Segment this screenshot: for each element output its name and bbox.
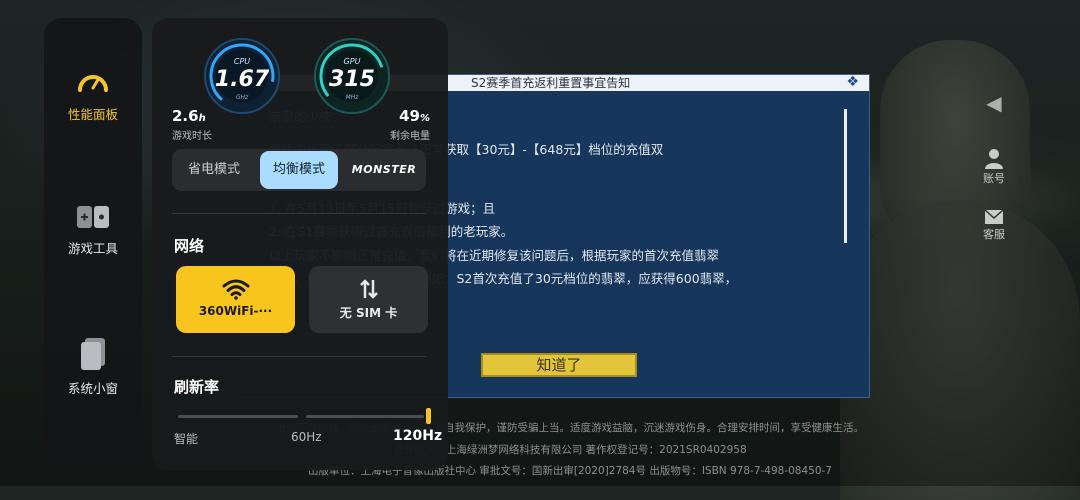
play-time-caption: 游戏时长 — [172, 131, 212, 142]
knot-ornament-icon: ❖ — [846, 74, 859, 90]
notice-title: S2赛季首充返利重置事宜告知 — [471, 76, 631, 90]
rail-label: 游戏工具 — [67, 241, 118, 256]
play-time-value: 2.6 — [172, 107, 199, 125]
battery-unit: % — [419, 113, 430, 124]
mode-monster[interactable]: MONSTER — [342, 149, 426, 191]
speedometer-icon — [78, 75, 108, 92]
wifi-label: 360WiFi-··· — [198, 304, 273, 318]
gpu-label: GPU — [343, 57, 361, 66]
mode-balanced[interactable]: 均衡模式 — [260, 151, 338, 189]
support-button[interactable]: 客服 — [964, 208, 1024, 242]
gamepad-icon — [77, 206, 109, 228]
account-label: 账号 — [983, 172, 1005, 185]
rail-item-performance[interactable]: 性能面板 — [44, 66, 142, 123]
battery-stat: 49% 剩余电量 — [390, 106, 430, 142]
speaker-icon[interactable]: ◀ — [964, 92, 1024, 114]
play-time-unit: h — [198, 113, 206, 124]
gpu-unit: MHz — [345, 94, 359, 101]
gpu-gauge: GPU 315 MHz — [312, 36, 392, 116]
refresh-option-60hz[interactable]: 60Hz — [291, 430, 322, 444]
network-title: 网络 — [174, 237, 205, 255]
side-rail: 性能面板 游戏工具 系统小窗 — [44, 18, 142, 470]
mail-icon — [984, 209, 1004, 224]
window-icon — [81, 338, 105, 370]
ok-button[interactable]: 知道了 — [481, 353, 637, 377]
refresh-option-smart[interactable]: 智能 — [174, 430, 198, 447]
gpu-value: 315 — [329, 67, 375, 92]
mobile-data-icon — [359, 279, 378, 299]
mobile-data-toggle[interactable]: 无 SIM 卡 — [309, 266, 428, 333]
refresh-rate-handle[interactable] — [426, 408, 431, 424]
rail-label: 系统小窗 — [67, 381, 118, 396]
refresh-track-segment[interactable] — [178, 415, 298, 418]
performance-panel: CPU 1.67 GHz GPU 315 MHz 2.6h 游戏时长 49% 剩… — [152, 18, 448, 470]
mode-selector: 省电模式 均衡模式 MONSTER — [172, 149, 426, 191]
rail-label: 性能面板 — [67, 107, 118, 122]
user-icon — [985, 149, 1003, 169]
rail-item-game-tools[interactable]: 游戏工具 — [44, 204, 142, 257]
sim-label: 无 SIM 卡 — [339, 306, 398, 320]
rail-item-system-window[interactable]: 系统小窗 — [44, 336, 142, 397]
battery-value: 49 — [399, 107, 420, 125]
divider — [172, 356, 426, 357]
wifi-icon — [222, 279, 249, 300]
support-label: 客服 — [983, 228, 1005, 241]
wifi-toggle[interactable]: 360WiFi-··· — [176, 266, 295, 333]
cpu-label: CPU — [233, 57, 251, 66]
play-time-stat: 2.6h 游戏时长 — [172, 106, 212, 142]
account-button[interactable]: 账号 — [964, 148, 1024, 186]
notice-scrollbar[interactable] — [844, 109, 847, 243]
divider — [172, 213, 426, 214]
battery-caption: 剩余电量 — [390, 131, 430, 142]
refresh-option-120hz[interactable]: 120Hz — [393, 428, 442, 444]
refresh-track-segment[interactable] — [306, 415, 424, 418]
mode-power-saving[interactable]: 省电模式 — [172, 149, 256, 191]
refresh-rate-title: 刷新率 — [174, 378, 220, 396]
cpu-gauge: CPU 1.67 GHz — [202, 36, 282, 116]
cpu-value: 1.67 — [214, 67, 270, 92]
cpu-unit: GHz — [235, 94, 249, 101]
